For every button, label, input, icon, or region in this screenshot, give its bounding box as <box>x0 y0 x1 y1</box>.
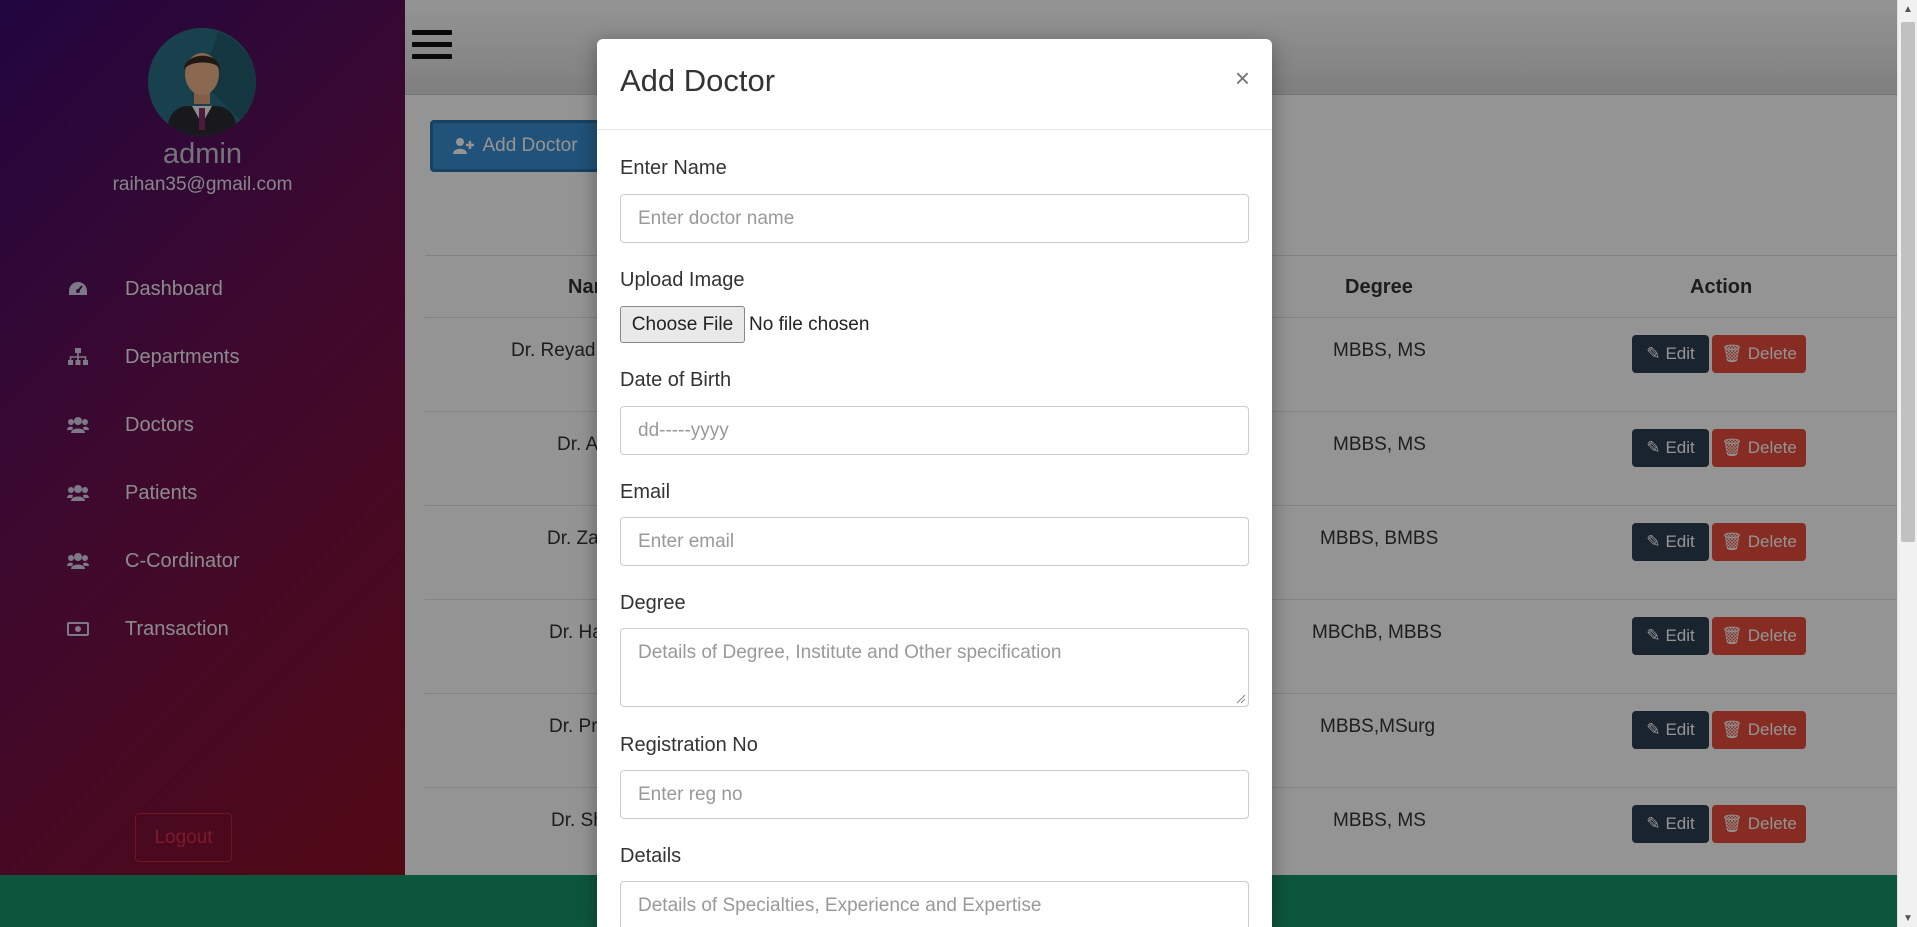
modal-title: Add Doctor <box>620 63 776 98</box>
page-scrollbar[interactable]: ▲ ▼ <box>1897 0 1917 927</box>
doctor-name-input[interactable]: Enter doctor name <box>620 194 1249 243</box>
registration-input[interactable]: Enter reg no <box>620 770 1249 819</box>
file-status-text: No file chosen <box>749 314 870 335</box>
email-field[interactable]: Enter email <box>620 517 1249 566</box>
add-doctor-modal: Add Doctor × Enter Name Enter doctor nam… <box>597 39 1272 927</box>
close-icon[interactable]: × <box>1235 63 1250 94</box>
resize-grip-icon[interactable] <box>1236 694 1246 704</box>
dob-label: Date of Birth <box>620 369 732 391</box>
degree-label: Degree <box>620 592 686 614</box>
modal-header: Add Doctor × <box>597 39 1272 130</box>
degree-textarea[interactable]: Details of Degree, Institute and Other s… <box>620 628 1249 707</box>
details-textarea[interactable]: Details of Specialties, Experience and E… <box>620 881 1249 927</box>
name-label: Enter Name <box>620 157 727 179</box>
dob-input[interactable]: dd-----yyyy <box>620 406 1249 455</box>
registration-label: Registration No <box>620 734 758 756</box>
scroll-down-arrow-icon[interactable]: ▼ <box>1898 909 1917 927</box>
degree-placeholder: Details of Degree, Institute and Other s… <box>638 642 1062 663</box>
upload-image-label: Upload Image <box>620 269 745 291</box>
scroll-up-arrow-icon[interactable]: ▲ <box>1898 0 1917 18</box>
scrollbar-thumb[interactable] <box>1901 22 1915 542</box>
details-label: Details <box>620 845 682 867</box>
choose-file-button[interactable]: Choose File <box>620 306 745 343</box>
email-label: Email <box>620 481 671 503</box>
